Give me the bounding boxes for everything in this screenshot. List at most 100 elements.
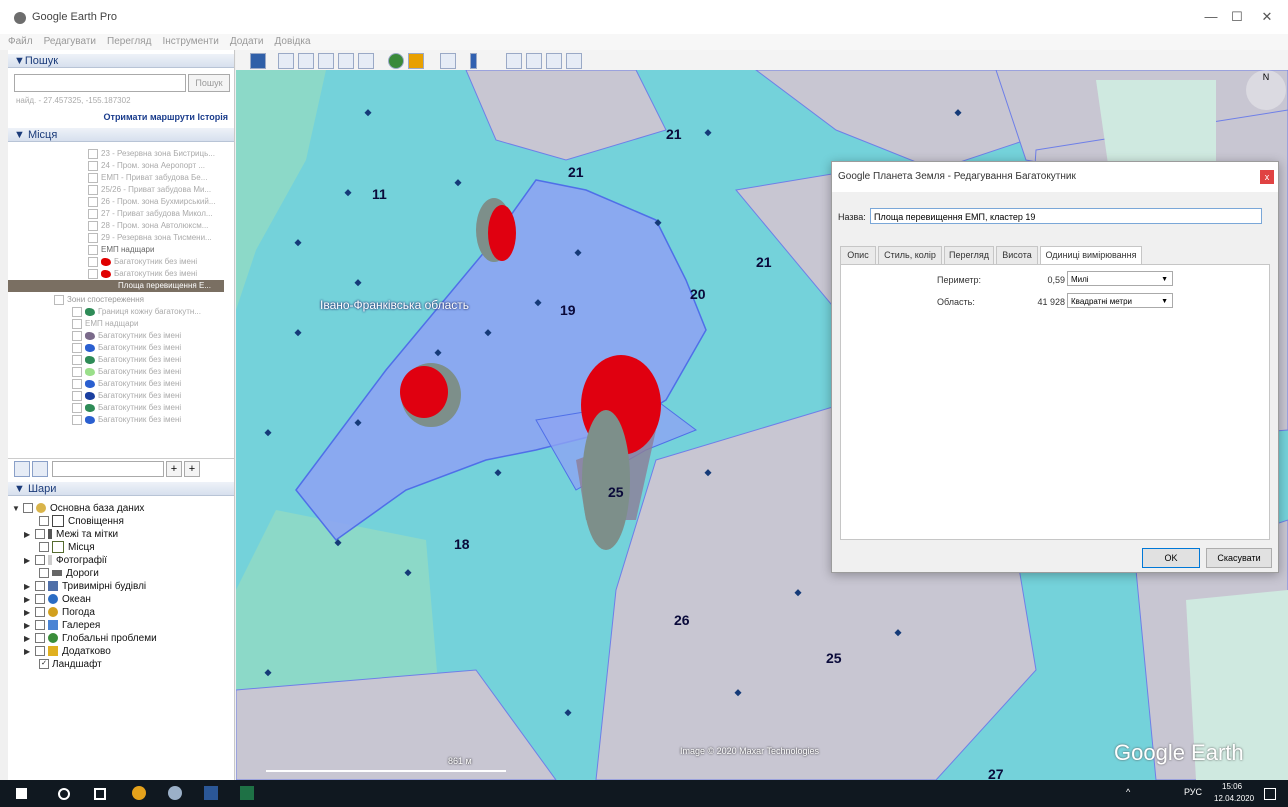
menu-tools[interactable]: Інструменти (163, 34, 219, 50)
ok-button[interactable]: OK (1142, 548, 1200, 568)
panel-toggle-icon[interactable] (32, 461, 48, 477)
search-input[interactable] (14, 74, 186, 92)
ruler-icon[interactable] (470, 53, 477, 69)
menu-file[interactable]: Файл (8, 34, 33, 50)
add-polygon-icon[interactable] (298, 53, 314, 69)
name-input[interactable]: Площа перевищення ЕМП, кластер 19 (870, 208, 1262, 224)
place-item[interactable]: Багатокутник без імені (72, 390, 181, 402)
selected-place-item[interactable]: Площа перевищення Е... (8, 280, 224, 292)
perimeter-unit-select[interactable]: Милі ▼ (1067, 271, 1173, 286)
task-view-icon[interactable] (94, 788, 106, 800)
layer-item[interactable]: ▶ Фотографії (24, 554, 107, 567)
tab-description[interactable]: Опис (840, 246, 876, 265)
clock-time[interactable]: 15:06 (1222, 782, 1242, 791)
excel-icon[interactable] (240, 786, 254, 800)
dialog-close-button[interactable]: x (1260, 170, 1274, 184)
language-indicator[interactable]: РУС (1184, 787, 1202, 797)
place-item[interactable]: ЕМП - Приват забудова Бе... (88, 172, 207, 184)
parcel-label: 25 (826, 650, 842, 666)
word-icon[interactable] (204, 786, 218, 800)
compass-icon[interactable]: N (1246, 70, 1286, 110)
search-header[interactable]: ▼Пошук (8, 54, 234, 68)
layer-item[interactable]: ▶ Галерея (24, 619, 100, 632)
chrome-icon[interactable] (132, 786, 146, 800)
get-directions-link[interactable]: Отримати маршрути (104, 112, 195, 122)
menu-edit[interactable]: Редагувати (44, 34, 96, 50)
search-places-icon[interactable] (14, 461, 30, 477)
layer-item[interactable]: ▶ Тривимірні будівлі (24, 580, 146, 593)
layer-item[interactable]: Дороги (36, 567, 99, 580)
layer-item[interactable]: ▶ Додатково (24, 645, 111, 658)
clock-date[interactable]: 12.04.2020 (1214, 794, 1254, 803)
tray-arrow-icon[interactable]: ^ (1126, 787, 1130, 797)
area-unit-select[interactable]: Квадратні метри ▼ (1067, 293, 1173, 308)
start-icon[interactable] (16, 788, 27, 799)
search-button[interactable]: Пошук (188, 74, 230, 92)
place-item[interactable]: 28 - Пром. зона Автолюксм... (88, 220, 208, 232)
places-header[interactable]: ▼ Місця (8, 128, 234, 142)
place-item[interactable]: ЕМП надщари (88, 244, 154, 256)
search-icon[interactable] (58, 788, 70, 800)
layer-item[interactable]: ▶ Океан (24, 593, 91, 606)
tab-altitude[interactable]: Висота (996, 246, 1038, 265)
place-item[interactable]: 29 - Резервна зона Тисмени... (88, 232, 212, 244)
planets-icon[interactable] (440, 53, 456, 69)
layer-item[interactable]: ✓ Ландшафт (36, 658, 102, 671)
place-item[interactable]: 26 - Пром. зона Бухмирський... (88, 196, 215, 208)
email-icon[interactable] (506, 53, 522, 69)
cancel-button[interactable]: Скасувати (1206, 548, 1272, 568)
place-item[interactable]: 27 - Приват забудова Микол... (88, 208, 213, 220)
tab-measurements[interactable]: Одиниці вимірювання (1040, 246, 1142, 265)
place-item[interactable]: Багатокутник без імені (88, 268, 197, 280)
layer-item[interactable]: Місця (36, 541, 95, 554)
menu-help[interactable]: Довідка (275, 34, 311, 50)
layer-item[interactable]: Сповіщення (36, 515, 124, 528)
layer-item[interactable]: ▶ Межі та мітки (24, 528, 118, 541)
weather-icon (48, 607, 58, 618)
place-item[interactable]: Багатокутник без імені (72, 402, 181, 414)
place-item[interactable]: 23 - Резервна зона Бистриць... (88, 148, 215, 160)
place-item[interactable]: ЕМП надщари (72, 318, 138, 330)
save-image-icon[interactable] (546, 53, 562, 69)
historical-imagery-icon[interactable] (388, 53, 404, 69)
place-item[interactable]: Багатокутник без імені (72, 378, 181, 390)
close-button[interactable]: ✕ (1252, 8, 1282, 26)
view-in-maps-icon[interactable] (566, 53, 582, 69)
place-item[interactable]: Багатокутник без імені (72, 414, 181, 426)
record-tour-icon[interactable] (358, 53, 374, 69)
places-toolbar: + + (8, 458, 234, 477)
place-item[interactable]: Багатокутник без імені (72, 366, 181, 378)
notification-icon[interactable] (1264, 788, 1276, 800)
move-down-icon[interactable]: + (184, 461, 200, 477)
roads-icon (52, 570, 62, 577)
tab-style-color[interactable]: Стиль, колір (878, 246, 942, 265)
layers-header[interactable]: ▼ Шари (8, 482, 234, 496)
layer-item[interactable]: ▶ Глобальні проблеми (24, 632, 157, 645)
maximize-button[interactable]: ☐ (1222, 8, 1252, 26)
folder-item[interactable]: Зони спостереження (54, 294, 144, 306)
history-link[interactable]: Історія (197, 112, 228, 122)
place-item[interactable]: 24 - Пром. зона Аеропорт ... (88, 160, 205, 172)
place-item[interactable]: Багатокутник без імені (72, 330, 181, 342)
move-up-icon[interactable]: + (166, 461, 182, 477)
layer-item[interactable]: ▼ Основна база даних (12, 502, 144, 515)
place-item[interactable]: Багатокутник без імені (88, 256, 197, 268)
polygon-icon (101, 269, 111, 278)
place-item[interactable]: Границя кожну багатокутн... (72, 306, 201, 318)
sunlight-icon[interactable] (408, 53, 424, 69)
menu-view[interactable]: Перегляд (107, 34, 151, 50)
google-earth-taskbar-icon[interactable] (168, 786, 182, 800)
menu-add[interactable]: Додати (230, 34, 264, 50)
places-filter-input[interactable] (52, 461, 164, 477)
tab-view[interactable]: Перегляд (944, 246, 994, 265)
add-path-icon[interactable] (318, 53, 334, 69)
place-item[interactable]: Багатокутник без імені (72, 354, 181, 366)
print-icon[interactable] (526, 53, 542, 69)
layer-item[interactable]: ▶ Погода (24, 606, 95, 619)
add-overlay-icon[interactable] (338, 53, 354, 69)
place-item[interactable]: 25/26 - Приват забудова Ми... (88, 184, 211, 196)
sidebar-toggle-icon[interactable] (250, 53, 266, 69)
parcel-label: 18 (454, 536, 470, 552)
place-item[interactable]: Багатокутник без імені (72, 342, 181, 354)
add-placemark-icon[interactable] (278, 53, 294, 69)
